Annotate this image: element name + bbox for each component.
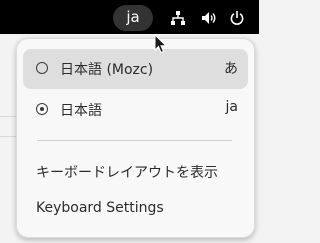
input-source-menu: 日本語 (Mozc) あ 日本語 ja キーボードレイアウトを表示 Keyboa… [16, 38, 255, 238]
menu-item-nihongo[interactable]: 日本語 ja [23, 90, 248, 130]
mouse-pointer-icon [154, 34, 168, 54]
menu-item-keyboard-settings[interactable]: Keyboard Settings [23, 190, 248, 230]
top-panel: ja [0, 0, 259, 34]
power-icon[interactable] [229, 10, 245, 26]
menu-item-hint: ja [225, 99, 238, 115]
menu-item-mozc[interactable]: 日本語 (Mozc) あ [23, 49, 248, 89]
menu-item-label: Keyboard Settings [36, 200, 164, 216]
background-divider [0, 116, 16, 117]
network-icon[interactable] [170, 10, 186, 26]
menu-separator [37, 140, 232, 141]
radio-unchecked-icon [36, 62, 48, 74]
background-divider [0, 136, 16, 137]
radio-checked-icon [36, 103, 48, 115]
volume-icon[interactable] [201, 10, 217, 26]
menu-item-label: 日本語 (Mozc) [60, 62, 154, 78]
menu-item-label: 日本語 [60, 103, 102, 119]
menu-item-show-keyboard-layout[interactable]: キーボードレイアウトを表示 [23, 152, 248, 192]
menu-item-label: キーボードレイアウトを表示 [36, 165, 218, 181]
input-source-indicator[interactable]: ja [113, 5, 153, 31]
menu-item-hint: あ [224, 61, 238, 77]
